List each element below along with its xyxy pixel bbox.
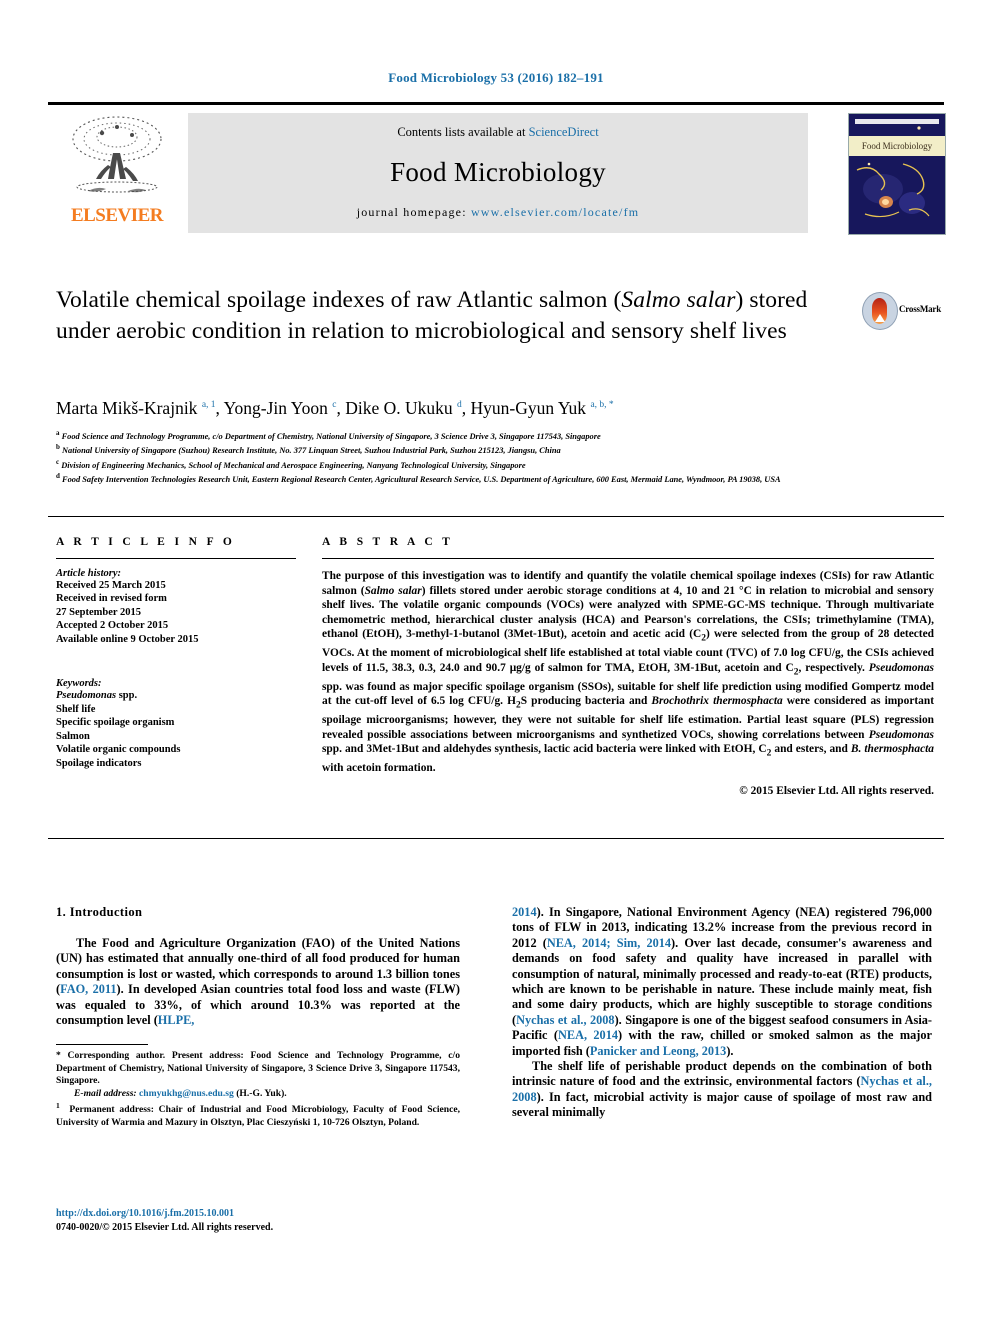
journal-cover-thumbnail: Food Microbiology: [848, 113, 946, 235]
citation-hlpe-2014-cont[interactable]: 2014: [512, 905, 537, 919]
footnote-permanent-address: 1 Permanent address: Chair of Industrial…: [56, 1101, 460, 1128]
keywords-list: Pseudomonas spp. Shelf life Specific spo…: [56, 689, 296, 771]
introduction-paragraph-right-1: 2014). In Singapore, National Environmen…: [512, 905, 933, 1058]
affiliation-a: a Food Science and Technology Programme,…: [56, 429, 601, 441]
email-owner: (H.-G. Yuk).: [236, 1087, 287, 1099]
introduction-heading: 1. Introduction: [56, 905, 143, 919]
abstract-column: A B S T R A C T The purpose of this inve…: [322, 536, 934, 797]
history-item: Accepted 2 October 2015: [56, 620, 169, 632]
issn-copyright: 0740-0020/© 2015 Elsevier Ltd. All right…: [56, 1222, 274, 1233]
footnote-corresponding: * Corresponding author. Present address:…: [56, 1050, 460, 1087]
author-1: Yong-Jin Yoon c: [223, 398, 337, 418]
citation-nychas-2008[interactable]: Nychas et al., 2008: [516, 1013, 614, 1027]
article-history-list: Received 25 March 2015 Received in revis…: [56, 579, 296, 646]
citation-fao-2011[interactable]: FAO, 2011: [60, 982, 116, 996]
running-head: Food Microbiology 53 (2016) 182–191: [388, 70, 604, 85]
keyword-item: Spoilage indicators: [56, 758, 142, 769]
footnote-email: E-mail address: chmyukhg@nus.edu.sg (H.-…: [56, 1088, 460, 1100]
keyword-item: Pseudomonas spp.: [56, 690, 138, 702]
email-label: E-mail address:: [74, 1087, 137, 1099]
homepage-label: journal homepage:: [356, 205, 471, 219]
abstract-text: The purpose of this investigation was to…: [322, 570, 935, 775]
crossmark-icon: [862, 292, 898, 330]
keyword-item: Salmon: [56, 730, 90, 742]
abstract-heading: A B S T R A C T: [322, 536, 454, 548]
keyword-item: Shelf life: [56, 703, 96, 715]
abstract-rule: [322, 558, 934, 559]
author-3: Hyun-Gyun Yuk a, b, *: [470, 398, 614, 418]
citation-hlpe-2014[interactable]: HLPE,: [158, 1013, 195, 1027]
contents-line: Contents lists available at ScienceDirec…: [188, 125, 808, 140]
history-item: Received 25 March 2015: [56, 580, 166, 591]
history-item: Received in revised form: [56, 593, 167, 605]
title-genus: Salmo: [621, 287, 681, 313]
info-band-bottom-rule: [48, 838, 944, 839]
introduction-right-column: 2014). In Singapore, National Environmen…: [512, 905, 932, 1121]
affiliation-b: b National University of Singapore (Suzh…: [56, 443, 561, 456]
crossmark-label: CrossMark: [899, 304, 942, 314]
article-history-label: Article history:: [56, 568, 122, 579]
citation-nea-2014[interactable]: NEA, 2014: [558, 1028, 618, 1042]
author-list: Marta Mikš-Krajnik a, 1, Yong-Jin Yoon c…: [56, 398, 614, 418]
title-species: salar: [686, 287, 736, 313]
homepage-link[interactable]: www.elsevier.com/locate/fm: [471, 205, 639, 219]
cover-title-band: Food Microbiology: [849, 136, 945, 156]
introduction-paragraph-left: The Food and Agriculture Organization (F…: [56, 936, 461, 1028]
sciencedirect-link[interactable]: ScienceDirect: [529, 125, 599, 139]
author-0: Marta Mikš-Krajnik a, 1: [56, 398, 216, 418]
citation-panicker-leong-2013[interactable]: Panicker and Leong, 2013: [590, 1044, 726, 1058]
citation-nychas-2008-b[interactable]: Nychas et al., 2008: [512, 1074, 932, 1103]
history-item: Available online 9 October 2015: [56, 633, 199, 645]
elsevier-logo: ELSEVIER: [48, 113, 184, 233]
introduction-paragraph-right-2: The shelf life of perishable product dep…: [512, 1059, 932, 1120]
crossmark-badge[interactable]: CrossMark: [862, 292, 942, 332]
homepage-line: journal homepage: www.elsevier.com/locat…: [188, 205, 808, 220]
page-title: Volatile chemical spoilage indexes of ra…: [56, 285, 816, 347]
introduction-left-column: 1. Introduction The Food and Agriculture…: [56, 905, 460, 1129]
title-text-1: Volatile chemical spoilage indexes of ra…: [56, 287, 622, 313]
contents-prefix: Contents lists available at: [397, 125, 529, 139]
masthead-center: Contents lists available at ScienceDirec…: [188, 113, 808, 233]
elsevier-wordmark: ELSEVIER: [70, 205, 164, 226]
affiliation-d: d Food Safety Intervention Technologies …: [56, 472, 781, 484]
email-link[interactable]: chmyukhg@nus.edu.sg: [139, 1088, 234, 1099]
history-item: 27 September 2015: [56, 606, 141, 618]
affiliation-list: a Food Science and Technology Programme,…: [56, 428, 886, 486]
article-first-page: Food Microbiology 53 (2016) 182–191 ELSE…: [0, 0, 992, 1323]
citation-nea-sim-2014[interactable]: NEA, 2014; Sim, 2014: [547, 936, 671, 950]
article-info-heading: A R T I C L E I N F O: [56, 536, 236, 548]
author-2: Dike O. Ukuku d: [345, 398, 462, 418]
cover-title: Food Microbiology: [861, 141, 933, 151]
keyword-item: Specific spoilage organism: [56, 717, 175, 729]
article-info-column: A R T I C L E I N F O Article history: R…: [56, 536, 296, 771]
article-info-rule: [56, 558, 296, 559]
page-footer: http://dx.doi.org/10.1016/j.fm.2015.10.0…: [56, 1208, 476, 1233]
footnote-rule: [56, 1044, 148, 1046]
affiliation-c: c Division of Engineering Mechanics, Sch…: [56, 457, 526, 470]
keyword-item: Volatile organic compounds: [56, 744, 181, 756]
doi-link[interactable]: http://dx.doi.org/10.1016/j.fm.2015.10.0…: [56, 1208, 476, 1219]
journal-masthead: ELSEVIER Contents lists available at Sci…: [48, 102, 946, 235]
keywords-label: Keywords:: [56, 678, 102, 690]
elsevier-tree-icon: [58, 113, 176, 205]
journal-title: Food Microbiology: [390, 157, 606, 187]
abstract-copyright: © 2015 Elsevier Ltd. All rights reserved…: [739, 784, 934, 797]
info-band-top-rule: [48, 516, 944, 517]
